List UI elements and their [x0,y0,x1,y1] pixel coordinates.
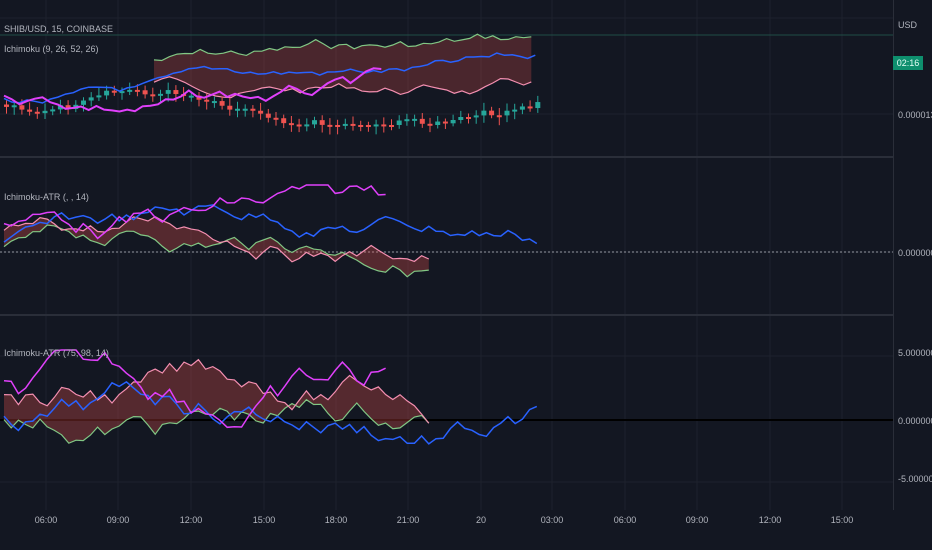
candle-body [389,125,394,127]
candle-body [142,90,148,95]
candle-body [81,100,86,105]
pane-separator-2[interactable] [0,314,893,316]
candle-body [519,106,525,110]
candle-body [204,99,210,102]
candle-body [404,119,410,122]
time-label: 06:00 [34,515,58,525]
ichimoku-label[interactable]: Ichimoku (9, 26, 52, 26) [4,44,99,54]
candle-body [250,108,256,111]
candle-body [442,121,448,124]
candle-body [504,110,510,116]
candle-body [158,93,163,96]
candle-body [165,90,171,94]
candle-body [134,89,140,92]
candle-body [419,118,425,124]
candle-body [358,125,364,127]
candle-body [458,116,464,120]
candle-body [288,123,294,126]
main-axis-tick: 0.0000130 [898,110,932,120]
chart-window: SHIB/USD, 15, COINBASE Ichimoku (9, 26, … [0,0,932,550]
candle-body [473,115,479,118]
candle-body [435,121,441,125]
time-label: 03:00 [540,515,564,525]
candle-body [427,123,433,126]
candle-body [312,120,317,125]
candle-body [88,97,94,101]
chart-canvas[interactable] [0,0,893,510]
candle-body [396,120,402,125]
candle-body [319,120,325,125]
time-label: 12:00 [179,515,203,525]
candle-body [412,118,418,121]
candle-body [381,124,387,127]
currency-label: USD [898,20,918,30]
candle-body [335,125,341,127]
candle-body [219,101,225,106]
last-price-tag: 02:16 [893,56,923,70]
atr2-tick: 0.0000000 [898,416,932,426]
candle-body [489,110,495,116]
atr1-zero-tick: 0.0000000 [898,248,932,258]
atr1-cloud [4,216,429,277]
candle-body [27,109,33,112]
atr2-label[interactable]: Ichimoku-ATR (75, 98, 14) [4,348,109,358]
time-label: 09:00 [685,515,709,525]
time-label: 15:00 [830,515,854,525]
time-label: 15:00 [252,515,276,525]
candle-body [19,105,25,110]
candle-body [4,104,9,107]
candle-body [258,110,264,114]
candle-body [42,110,48,114]
time-label: 09:00 [106,515,130,525]
candle-body [127,89,133,92]
candle-body [242,108,248,111]
candle-body [50,109,56,112]
candle-body [496,115,502,118]
candle-body [34,111,40,114]
candle-body [265,113,271,118]
atr2-tick: -5.0000000 [898,474,932,484]
candle-body [111,90,117,93]
time-label: 06:00 [613,515,637,525]
time-label: 20 [475,515,487,525]
candle-body [188,95,194,98]
candle-body [96,95,102,98]
candle-body [104,90,110,96]
candle-body [273,117,279,120]
time-label: 12:00 [758,515,782,525]
candle-body [450,119,456,124]
atr2-cloud [4,359,429,444]
candle-body [535,102,541,109]
candle-body [481,110,487,116]
candle-body [373,124,379,127]
candle-body [11,105,17,108]
candle-body [512,109,518,112]
candle-body [527,106,533,109]
candle-body [350,123,356,126]
atr2-tick: 5.0000000 [898,348,932,358]
time-label: 18:00 [324,515,348,525]
atr1-label[interactable]: Ichimoku-ATR (, , 14) [4,192,89,202]
candle-body [150,94,156,97]
candle-body [304,124,310,127]
candle-body [227,105,233,110]
candle-body [365,125,371,127]
candle-body [281,118,287,124]
candle-body [296,124,302,127]
time-label: 21:00 [396,515,420,525]
candle-body [342,123,348,126]
pane-separator-1[interactable] [0,156,893,158]
ichimoku-cloud [154,34,532,98]
candle-body [173,90,179,95]
candle-body [235,108,240,111]
candle-body [466,116,471,119]
candle-body [327,124,333,127]
symbol-label[interactable]: SHIB/USD, 15, COINBASE [4,24,113,34]
candle-body [211,101,217,104]
